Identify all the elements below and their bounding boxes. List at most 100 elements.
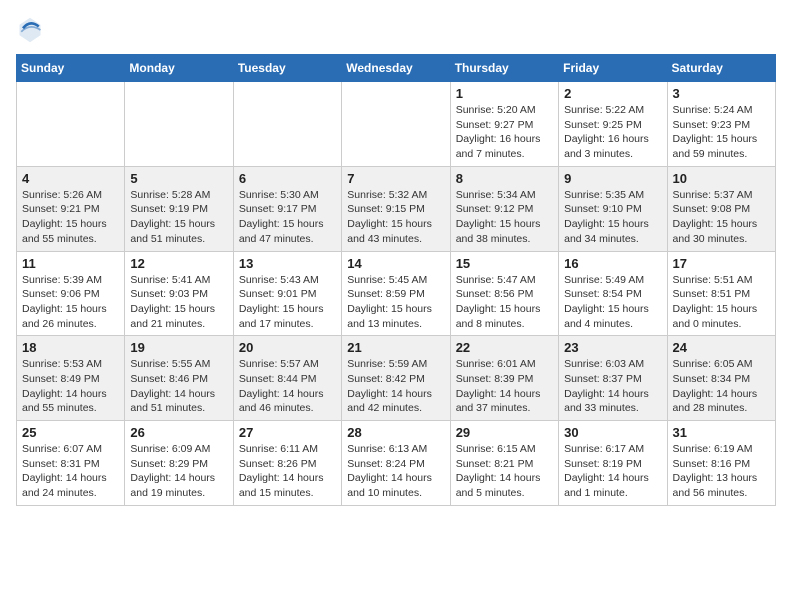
day-info: Sunrise: 6:05 AM Sunset: 8:34 PM Dayligh… xyxy=(673,357,770,416)
day-info: Sunrise: 5:41 AM Sunset: 9:03 PM Dayligh… xyxy=(130,273,227,332)
day-info: Sunrise: 5:37 AM Sunset: 9:08 PM Dayligh… xyxy=(673,188,770,247)
calendar-cell: 19 Sunrise: 5:55 AM Sunset: 8:46 PM Dayli… xyxy=(125,336,233,421)
day-info: Sunrise: 6:01 AM Sunset: 8:39 PM Dayligh… xyxy=(456,357,553,416)
calendar-cell: 18Sunrise: 5:53 AM Sunset: 8:49 PM Dayli… xyxy=(17,336,125,421)
day-number: 19 xyxy=(130,340,227,355)
calendar-cell: 28 Sunrise: 6:13 AM Sunset: 8:24 PM Dayli… xyxy=(342,421,450,506)
day-info: Sunrise: 5:22 AM Sunset: 9:25 PM Dayligh… xyxy=(564,103,661,162)
day-number: 18 xyxy=(22,340,119,355)
calendar-cell: 23 Sunrise: 6:03 AM Sunset: 8:37 PM Dayli… xyxy=(559,336,667,421)
calendar-cell: 3 Sunrise: 5:24 AM Sunset: 9:23 PM Daylig… xyxy=(667,82,775,167)
day-of-week-header: Sunday xyxy=(17,55,125,82)
calendar-cell: 8Sunrise: 5:34 AM Sunset: 9:12 PM Daylig… xyxy=(450,166,558,251)
day-of-week-header: Monday xyxy=(125,55,233,82)
day-of-week-header: Friday xyxy=(559,55,667,82)
calendar-cell: 25 Sunrise: 6:07 AM Sunset: 8:31 PM Dayli… xyxy=(17,421,125,506)
calendar-cell: 20 Sunrise: 5:57 AM Sunset: 8:44 PM Dayli… xyxy=(233,336,341,421)
day-info: Sunrise: 6:15 AM Sunset: 8:21 PM Dayligh… xyxy=(456,442,553,501)
day-number: 23 xyxy=(564,340,661,355)
calendar-cell: 31 Sunrise: 6:19 AM Sunset: 8:16 PM Dayli… xyxy=(667,421,775,506)
calendar-week-row: 4 Sunrise: 5:26 AM Sunset: 9:21 PM Daylig… xyxy=(17,166,776,251)
day-info: Sunrise: 5:45 AM Sunset: 8:59 PM Dayligh… xyxy=(347,273,444,332)
calendar-cell: 21 Sunrise: 5:59 AM Sunset: 8:42 PM Dayli… xyxy=(342,336,450,421)
day-info: Sunrise: 5:49 AM Sunset: 8:54 PM Dayligh… xyxy=(564,273,661,332)
calendar-cell: 2 Sunrise: 5:22 AM Sunset: 9:25 PM Daylig… xyxy=(559,82,667,167)
calendar-cell: 9Sunrise: 5:35 AM Sunset: 9:10 PM Daylig… xyxy=(559,166,667,251)
calendar-cell: 16 Sunrise: 5:49 AM Sunset: 8:54 PM Dayli… xyxy=(559,251,667,336)
calendar-cell: 7 Sunrise: 5:32 AM Sunset: 9:15 PM Daylig… xyxy=(342,166,450,251)
day-info: Sunrise: 5:47 AM Sunset: 8:56 PM Dayligh… xyxy=(456,273,553,332)
day-info: Sunrise: 6:07 AM Sunset: 8:31 PM Dayligh… xyxy=(22,442,119,501)
calendar-cell xyxy=(125,82,233,167)
day-number: 9 xyxy=(564,171,661,186)
calendar-cell xyxy=(233,82,341,167)
day-info: Sunrise: 5:57 AM Sunset: 8:44 PM Dayligh… xyxy=(239,357,336,416)
calendar-table: SundayMondayTuesdayWednesdayThursdayFrid… xyxy=(16,54,776,506)
calendar-week-row: 1Sunrise: 5:20 AM Sunset: 9:27 PM Daylig… xyxy=(17,82,776,167)
day-number: 12 xyxy=(130,256,227,271)
day-number: 30 xyxy=(564,425,661,440)
day-number: 21 xyxy=(347,340,444,355)
day-of-week-header: Tuesday xyxy=(233,55,341,82)
day-number: 7 xyxy=(347,171,444,186)
calendar-cell: 27Sunrise: 6:11 AM Sunset: 8:26 PM Dayli… xyxy=(233,421,341,506)
day-number: 4 xyxy=(22,171,119,186)
day-number: 28 xyxy=(347,425,444,440)
day-info: Sunrise: 5:39 AM Sunset: 9:06 PM Dayligh… xyxy=(22,273,119,332)
calendar-cell: 1Sunrise: 5:20 AM Sunset: 9:27 PM Daylig… xyxy=(450,82,558,167)
day-number: 31 xyxy=(673,425,770,440)
day-number: 5 xyxy=(130,171,227,186)
day-number: 17 xyxy=(673,256,770,271)
day-number: 10 xyxy=(673,171,770,186)
calendar-header-row: SundayMondayTuesdayWednesdayThursdayFrid… xyxy=(17,55,776,82)
calendar-cell: 4 Sunrise: 5:26 AM Sunset: 9:21 PM Daylig… xyxy=(17,166,125,251)
day-info: Sunrise: 5:43 AM Sunset: 9:01 PM Dayligh… xyxy=(239,273,336,332)
calendar-cell: 15 Sunrise: 5:47 AM Sunset: 8:56 PM Dayli… xyxy=(450,251,558,336)
calendar-cell: 5 Sunrise: 5:28 AM Sunset: 9:19 PM Daylig… xyxy=(125,166,233,251)
day-number: 22 xyxy=(456,340,553,355)
day-of-week-header: Wednesday xyxy=(342,55,450,82)
calendar-cell: 11 Sunrise: 5:39 AM Sunset: 9:06 PM Dayli… xyxy=(17,251,125,336)
day-info: Sunrise: 6:09 AM Sunset: 8:29 PM Dayligh… xyxy=(130,442,227,501)
calendar-cell: 10 Sunrise: 5:37 AM Sunset: 9:08 PM Dayli… xyxy=(667,166,775,251)
day-number: 11 xyxy=(22,256,119,271)
day-number: 3 xyxy=(673,86,770,101)
day-number: 2 xyxy=(564,86,661,101)
day-number: 8 xyxy=(456,171,553,186)
day-info: Sunrise: 6:03 AM Sunset: 8:37 PM Dayligh… xyxy=(564,357,661,416)
day-number: 14 xyxy=(347,256,444,271)
day-number: 27 xyxy=(239,425,336,440)
calendar-cell xyxy=(17,82,125,167)
calendar-week-row: 18Sunrise: 5:53 AM Sunset: 8:49 PM Dayli… xyxy=(17,336,776,421)
day-info: Sunrise: 5:30 AM Sunset: 9:17 PM Dayligh… xyxy=(239,188,336,247)
calendar-cell: 30 Sunrise: 6:17 AM Sunset: 8:19 PM Dayli… xyxy=(559,421,667,506)
calendar-cell: 22 Sunrise: 6:01 AM Sunset: 8:39 PM Dayli… xyxy=(450,336,558,421)
day-info: Sunrise: 5:55 AM Sunset: 8:46 PM Dayligh… xyxy=(130,357,227,416)
day-number: 25 xyxy=(22,425,119,440)
day-info: Sunrise: 6:19 AM Sunset: 8:16 PM Dayligh… xyxy=(673,442,770,501)
calendar-cell: 17 Sunrise: 5:51 AM Sunset: 8:51 PM Dayli… xyxy=(667,251,775,336)
day-info: Sunrise: 5:24 AM Sunset: 9:23 PM Dayligh… xyxy=(673,103,770,162)
day-info: Sunrise: 5:51 AM Sunset: 8:51 PM Dayligh… xyxy=(673,273,770,332)
day-info: Sunrise: 5:20 AM Sunset: 9:27 PM Dayligh… xyxy=(456,103,553,162)
day-number: 20 xyxy=(239,340,336,355)
day-number: 29 xyxy=(456,425,553,440)
day-info: Sunrise: 6:13 AM Sunset: 8:24 PM Dayligh… xyxy=(347,442,444,501)
day-info: Sunrise: 5:32 AM Sunset: 9:15 PM Dayligh… xyxy=(347,188,444,247)
day-info: Sunrise: 5:28 AM Sunset: 9:19 PM Dayligh… xyxy=(130,188,227,247)
day-number: 16 xyxy=(564,256,661,271)
calendar-cell: 6Sunrise: 5:30 AM Sunset: 9:17 PM Daylig… xyxy=(233,166,341,251)
day-info: Sunrise: 5:26 AM Sunset: 9:21 PM Dayligh… xyxy=(22,188,119,247)
calendar-week-row: 11 Sunrise: 5:39 AM Sunset: 9:06 PM Dayli… xyxy=(17,251,776,336)
day-info: Sunrise: 5:59 AM Sunset: 8:42 PM Dayligh… xyxy=(347,357,444,416)
day-number: 15 xyxy=(456,256,553,271)
day-number: 24 xyxy=(673,340,770,355)
logo-icon xyxy=(16,16,44,44)
logo xyxy=(16,16,48,44)
calendar-cell: 13Sunrise: 5:43 AM Sunset: 9:01 PM Dayli… xyxy=(233,251,341,336)
day-info: Sunrise: 6:17 AM Sunset: 8:19 PM Dayligh… xyxy=(564,442,661,501)
calendar-week-row: 25 Sunrise: 6:07 AM Sunset: 8:31 PM Dayli… xyxy=(17,421,776,506)
calendar-cell: 14 Sunrise: 5:45 AM Sunset: 8:59 PM Dayli… xyxy=(342,251,450,336)
calendar-cell: 24 Sunrise: 6:05 AM Sunset: 8:34 PM Dayli… xyxy=(667,336,775,421)
day-of-week-header: Thursday xyxy=(450,55,558,82)
